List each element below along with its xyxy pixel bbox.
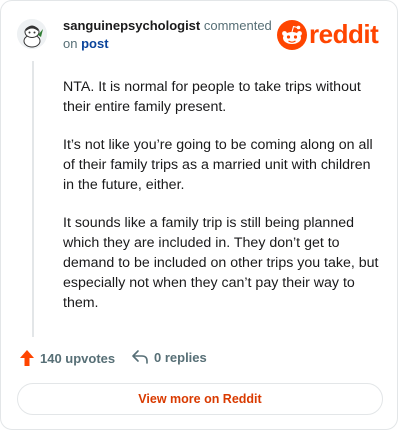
thread-line: [32, 61, 34, 337]
upvote-button[interactable]: 140 upvotes: [19, 349, 115, 367]
comment-actions: 140 upvotes 0 replies: [17, 349, 377, 369]
comment-meta: sanguinepsychologist commented on post: [63, 17, 273, 53]
comment-embed-card: sanguinepsychologist commented on post r…: [0, 0, 398, 430]
reddit-snoo-icon: [277, 20, 307, 50]
reddit-wordmark: reddit: [309, 19, 379, 49]
username-link[interactable]: sanguinepsychologist: [63, 18, 200, 33]
reddit-logo[interactable]: reddit: [277, 19, 383, 50]
upvote-arrow-icon: [20, 350, 34, 366]
reply-count: 0 replies: [154, 349, 207, 365]
view-more-button[interactable]: View more on Reddit: [17, 383, 383, 415]
upvote-count: 140 upvotes: [40, 350, 116, 366]
replies-button[interactable]: 0 replies: [131, 349, 207, 365]
on-text: on: [63, 36, 82, 51]
comment-paragraph: It’s not like you’re going to be coming …: [63, 137, 373, 193]
comment-paragraph: NTA. It is normal for people to take tri…: [63, 79, 361, 115]
user-avatar-icon[interactable]: [17, 19, 47, 49]
commented-text: commented: [200, 18, 272, 33]
comment-paragraph: It sounds like a family trip is still be…: [63, 215, 379, 311]
comment-body: NTA. It is normal for people to take tri…: [63, 77, 379, 331]
reply-arrow-icon: [132, 350, 148, 364]
comment-header: sanguinepsychologist commented on post r…: [17, 15, 383, 55]
post-link[interactable]: post: [81, 36, 108, 51]
